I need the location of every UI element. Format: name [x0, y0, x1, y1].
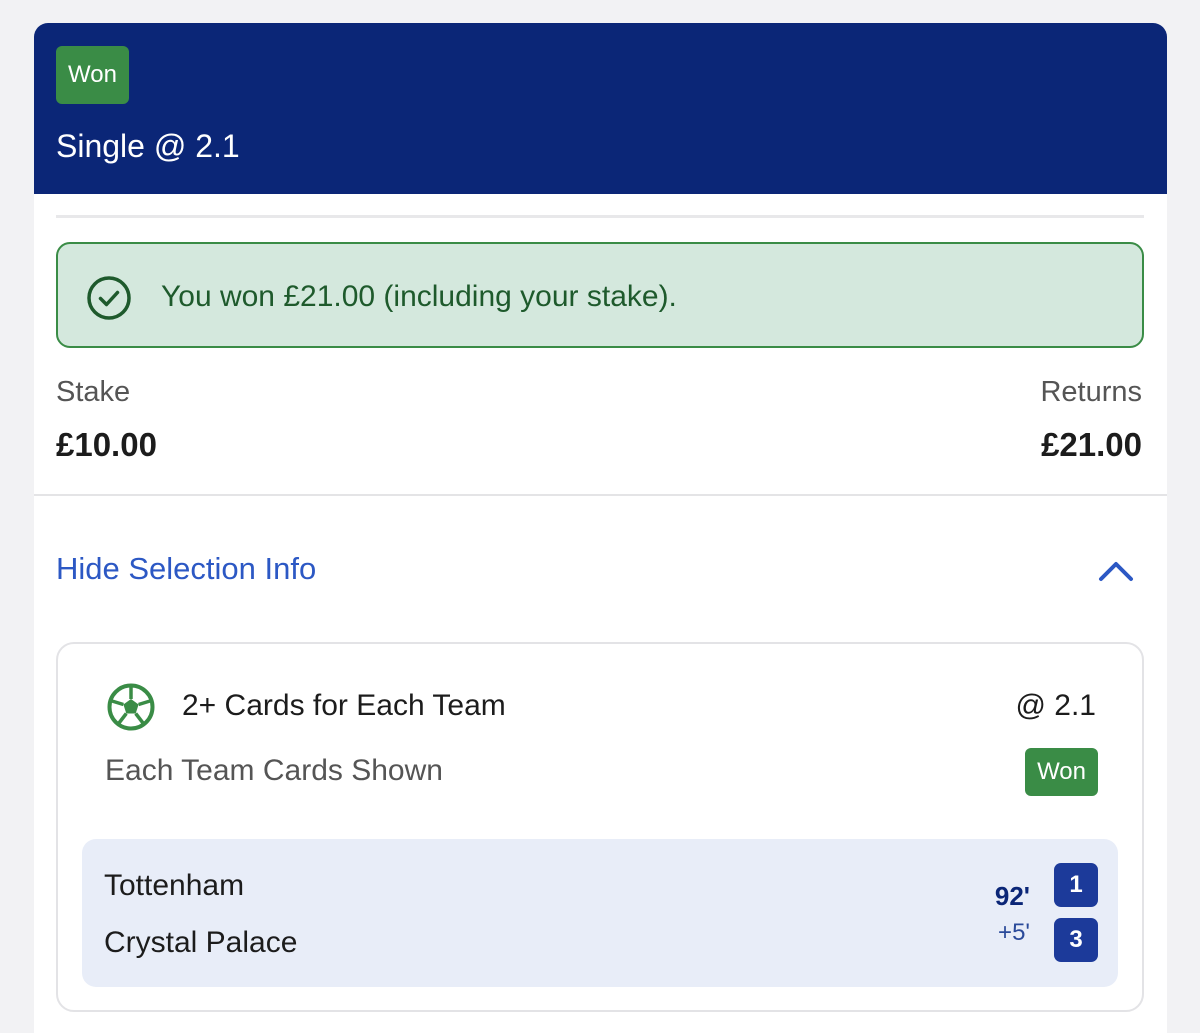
result-banner: You won £21.00 (including your stake).: [56, 242, 1144, 348]
returns-value: £21.00: [1041, 426, 1142, 463]
market-title: 2+ Cards for Each Team: [182, 689, 506, 722]
selection-odds: @ 2.1: [1015, 689, 1097, 722]
result-message: You won £21.00 (including your stake).: [161, 280, 677, 313]
hide-selection-info-link[interactable]: Hide Selection Info: [56, 551, 316, 587]
away-team: Crystal Palace: [104, 926, 298, 959]
match-minute: 92': [994, 881, 1030, 911]
home-score: 1: [1054, 863, 1098, 907]
bet-header: Won Single @ 2.1: [34, 23, 1167, 194]
bet-title: Single @ 2.1: [56, 128, 240, 164]
added-time: +5': [998, 919, 1030, 946]
match-scoreboard: Tottenham Crystal Palace 92' +5' 1 3: [82, 839, 1118, 987]
bet-card: Won Single @ 2.1 You won £21.00 (includi…: [34, 23, 1167, 1033]
home-team: Tottenham: [104, 869, 245, 902]
divider: [34, 494, 1167, 496]
check-circle-icon: [87, 276, 131, 320]
status-badge: Won: [56, 46, 129, 104]
stake-value: £10.00: [56, 426, 157, 463]
selection-card: 2+ Cards for Each Team @ 2.1 Each Team C…: [56, 642, 1144, 1012]
chevron-up-icon[interactable]: [1096, 553, 1136, 589]
divider: [56, 215, 1144, 218]
away-score: 3: [1054, 918, 1098, 962]
market-subtitle: Each Team Cards Shown: [105, 754, 443, 787]
stake-label: Stake: [56, 376, 131, 408]
returns-label: Returns: [1040, 376, 1142, 408]
football-icon: [107, 683, 155, 731]
selection-status-badge: Won: [1025, 748, 1098, 796]
